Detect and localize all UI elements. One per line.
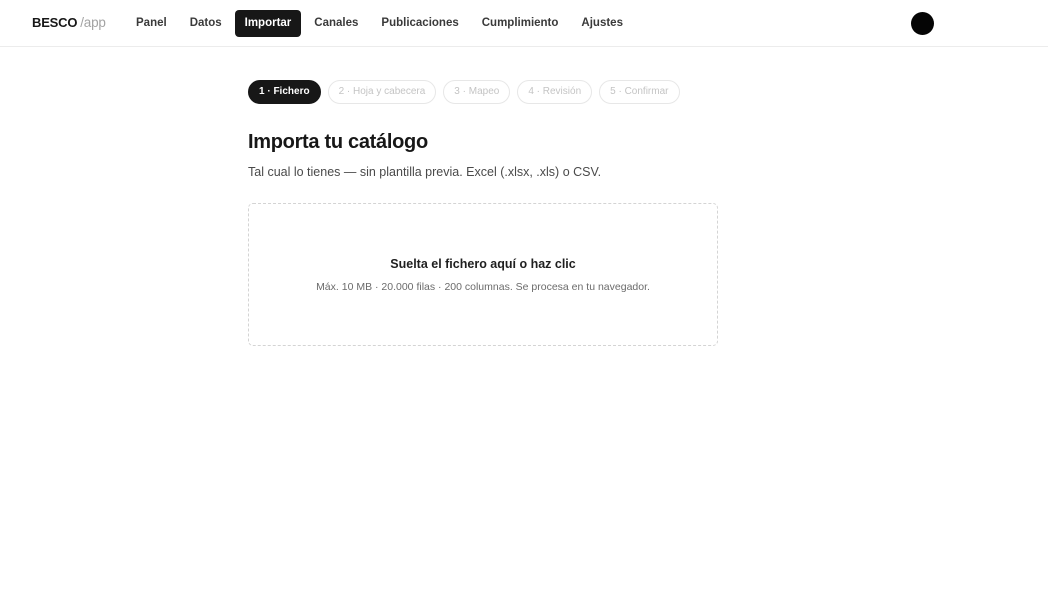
brand-suffix: /app	[80, 15, 106, 30]
nav-item-publicaciones[interactable]: Publicaciones	[371, 10, 468, 37]
nav-item-panel[interactable]: Panel	[126, 10, 177, 37]
step-confirmar: 5 · Confirmar	[599, 80, 680, 104]
page-subtitle: Tal cual lo tienes — sin plantilla previ…	[248, 165, 602, 179]
brand-logo[interactable]: BESCO/app	[32, 15, 106, 30]
main-nav: Panel Datos Importar Canales Publicacion…	[126, 10, 636, 37]
dropzone-title: Suelta el fichero aquí o haz clic	[390, 257, 576, 271]
page-title: Importa tu catálogo	[248, 131, 428, 153]
nav-item-importar[interactable]: Importar	[234, 10, 302, 37]
nav-item-cumplimiento[interactable]: Cumplimiento	[472, 10, 569, 37]
nav-item-canales[interactable]: Canales	[304, 10, 368, 37]
stepper: 1 · Fichero 2 · Hoja y cabecera 3 · Mape…	[248, 80, 687, 104]
dropzone-hint: Máx. 10 MB · 20.000 filas · 200 columnas…	[316, 281, 650, 293]
brand-name: BESCO	[32, 15, 78, 30]
file-dropzone[interactable]: Suelta el fichero aquí o haz clic Máx. 1…	[248, 203, 718, 346]
step-mapeo: 3 · Mapeo	[443, 80, 511, 104]
nav-item-ajustes[interactable]: Ajustes	[571, 10, 633, 37]
step-revision: 4 · Revisión	[517, 80, 593, 104]
avatar[interactable]	[911, 12, 934, 35]
top-bar: BESCO/app Panel Datos Importar Canales P…	[0, 0, 1048, 47]
step-hoja-cabecera: 2 · Hoja y cabecera	[327, 80, 437, 104]
step-fichero[interactable]: 1 · Fichero	[248, 80, 321, 104]
nav-item-datos[interactable]: Datos	[180, 10, 232, 37]
